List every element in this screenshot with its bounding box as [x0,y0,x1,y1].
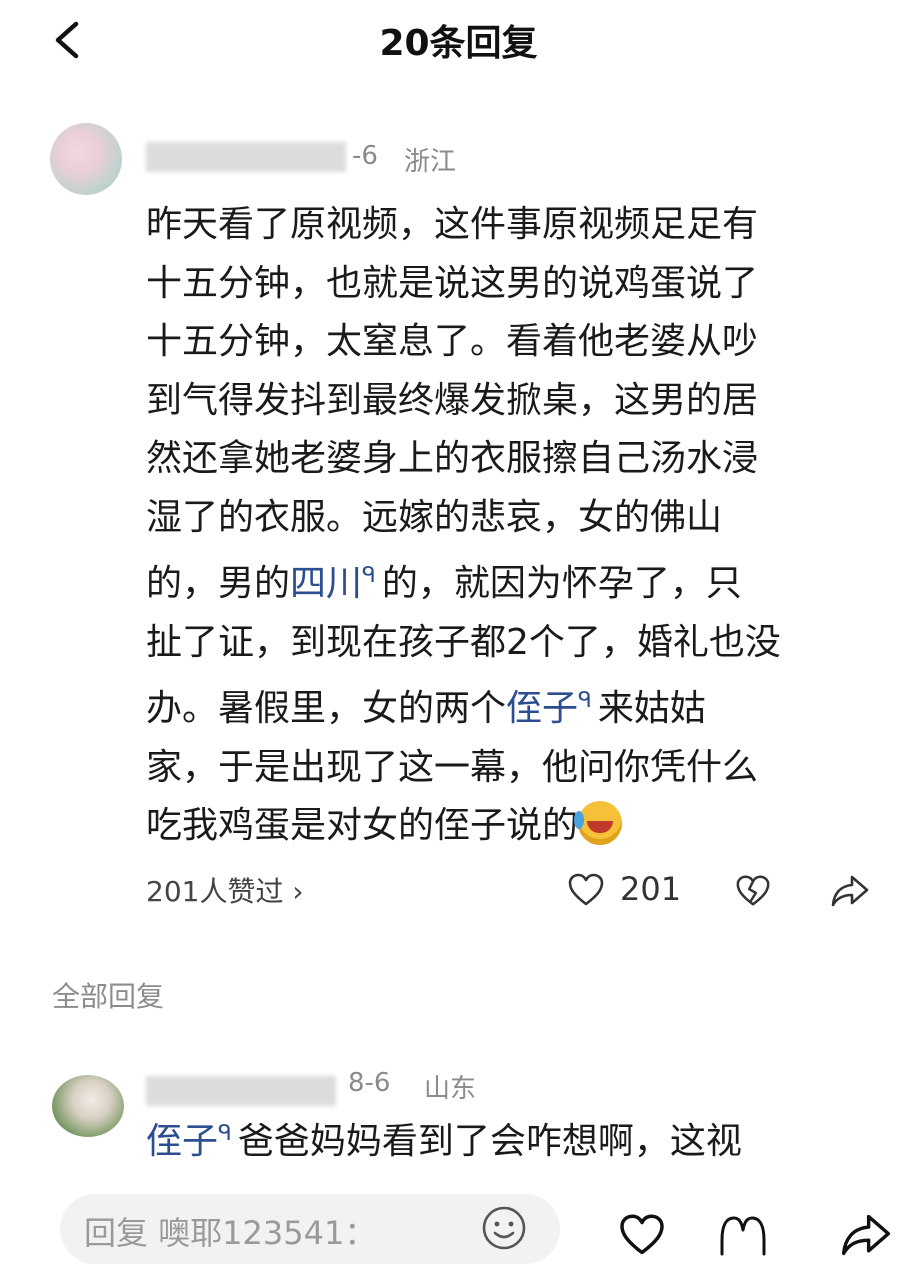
search-icon: ᑫ [218,1121,232,1146]
reply-username-blurred[interactable] [146,1076,336,1106]
comment-text-segment: 然还拿她老婆身上的衣服擦自己汤水浸 [146,438,759,479]
comment-actions: 201人赞过 › 201 [0,862,917,922]
dislike-button[interactable] [734,872,772,914]
avatar[interactable] [50,123,122,195]
reply-avatar[interactable] [52,1075,124,1137]
hashtag-link[interactable]: 四川 [290,563,362,604]
comment-line: 十五分钟，太窒息了。看着他老婆从吵 [146,313,866,372]
comment-text-segment: 扯了证，到现在孩子都2个了，婚礼也没 [146,621,781,663]
comment-line: 十五分钟，也就是说这男的说鸡蛋说了 [146,255,866,314]
comment-line: 家，于是出现了这一幕，他问你凭什么 [146,739,866,798]
bottom-like-button[interactable] [616,1210,668,1264]
broken-heart-icon [736,875,770,906]
like-button[interactable] [566,870,606,914]
top-bar: 20条回复 [0,0,917,80]
share-button[interactable] [830,872,870,914]
hashtag-link-nephew[interactable]: 侄子 [146,1121,218,1162]
reply-text-line: 侄子ᑫ 爸爸妈妈看到了会咋想啊，这视 [146,1112,742,1164]
comment-line: 到气得发抖到最终爆发掀桌，这男的居 [146,372,866,431]
hashtag-link[interactable]: 侄子 [506,688,578,729]
reply-text: 爸爸妈妈看到了会咋想啊，这视 [237,1121,742,1162]
reply-location: 山东 [424,1074,477,1104]
comment-bubble-icon [720,1216,766,1256]
comment-line: 吃我鸡蛋是对女的侄子说的 [146,797,866,856]
comment-date: -6 [352,141,378,171]
comment-line: 然还拿她老婆身上的衣服擦自己汤水浸 [146,430,866,489]
username-blurred[interactable] [146,142,346,172]
comment-line: 湿了的衣服。远嫁的悲哀，女的佛山 [146,489,866,548]
emoji-button[interactable] [480,1204,528,1256]
heart-icon [568,873,604,906]
comment-text-segment: 十五分钟，太窒息了。看着他老婆从吵 [146,321,759,362]
comment-text-segment: 家，于是出现了这一幕，他问你凭什么 [146,746,759,788]
comment-text-segment: 办。暑假里，女的两个 [146,688,507,729]
likes-summary-link[interactable]: 201人赞过 › [146,870,304,910]
comment-text-segment: 到气得发抖到最终爆发掀桌，这男的居 [146,379,759,421]
smiley-icon [482,1206,526,1250]
comment-text-segment: 湿了的衣服。远嫁的悲哀，女的佛山 [146,496,723,538]
reply-date: 8-6 [348,1068,391,1098]
laughing-crying-emoji-icon [574,801,623,845]
comment-line: 扯了证，到现在孩子都2个了，婚礼也没 [146,614,866,673]
comment-text-segment: 的，男的 [146,563,291,604]
like-count: 201 [620,870,682,908]
comment-text-segment: 来姑姑 [597,688,706,729]
page-title: 20条回复 [379,23,538,64]
comment-line: 昨天看了原视频，这件事原视频足足有 [146,196,866,255]
reply-input[interactable]: 回复 噢耶123541： [60,1194,560,1264]
bottom-share-button[interactable] [836,1210,896,1264]
comment-text-segment: 吃我鸡蛋是对女的侄子说的 [146,805,579,846]
comment-line: 的，男的四川ᑫ 的，就因为怀孕了，只 [146,547,866,614]
all-replies-heading: 全部回复 [52,980,165,1013]
share-arrow-icon [841,1214,891,1256]
comment-text-segment: 昨天看了原视频，这件事原视频足足有 [146,204,759,245]
comment-location: 浙江 [404,147,457,177]
heart-icon [620,1214,664,1255]
bottom-comment-button[interactable] [716,1210,770,1264]
reply-detail-page: 20条回复 -6 浙江 昨天看了原视频，这件事原视频足足有 十五分钟，也就是说这男… [0,0,917,1286]
comment-text: 昨天看了原视频，这件事原视频足足有 十五分钟，也就是说这男的说鸡蛋说了 十五分钟，太… [146,196,866,856]
comment-line: 办。暑假里，女的两个侄子ᑫ 来姑姑 [146,672,866,739]
comment-text-segment: 十五分钟，也就是说这男的说鸡蛋说了 [146,262,759,304]
share-arrow-icon [831,875,869,907]
search-icon: ᑫ [362,563,376,588]
reply-input-placeholder: 回复 噢耶123541： [84,1214,377,1252]
search-icon: ᑫ [578,688,592,713]
bottom-reply-bar: 回复 噢耶123541： [0,1190,917,1286]
comment-text-segment: 的，就因为怀孕了，只 [381,563,742,604]
